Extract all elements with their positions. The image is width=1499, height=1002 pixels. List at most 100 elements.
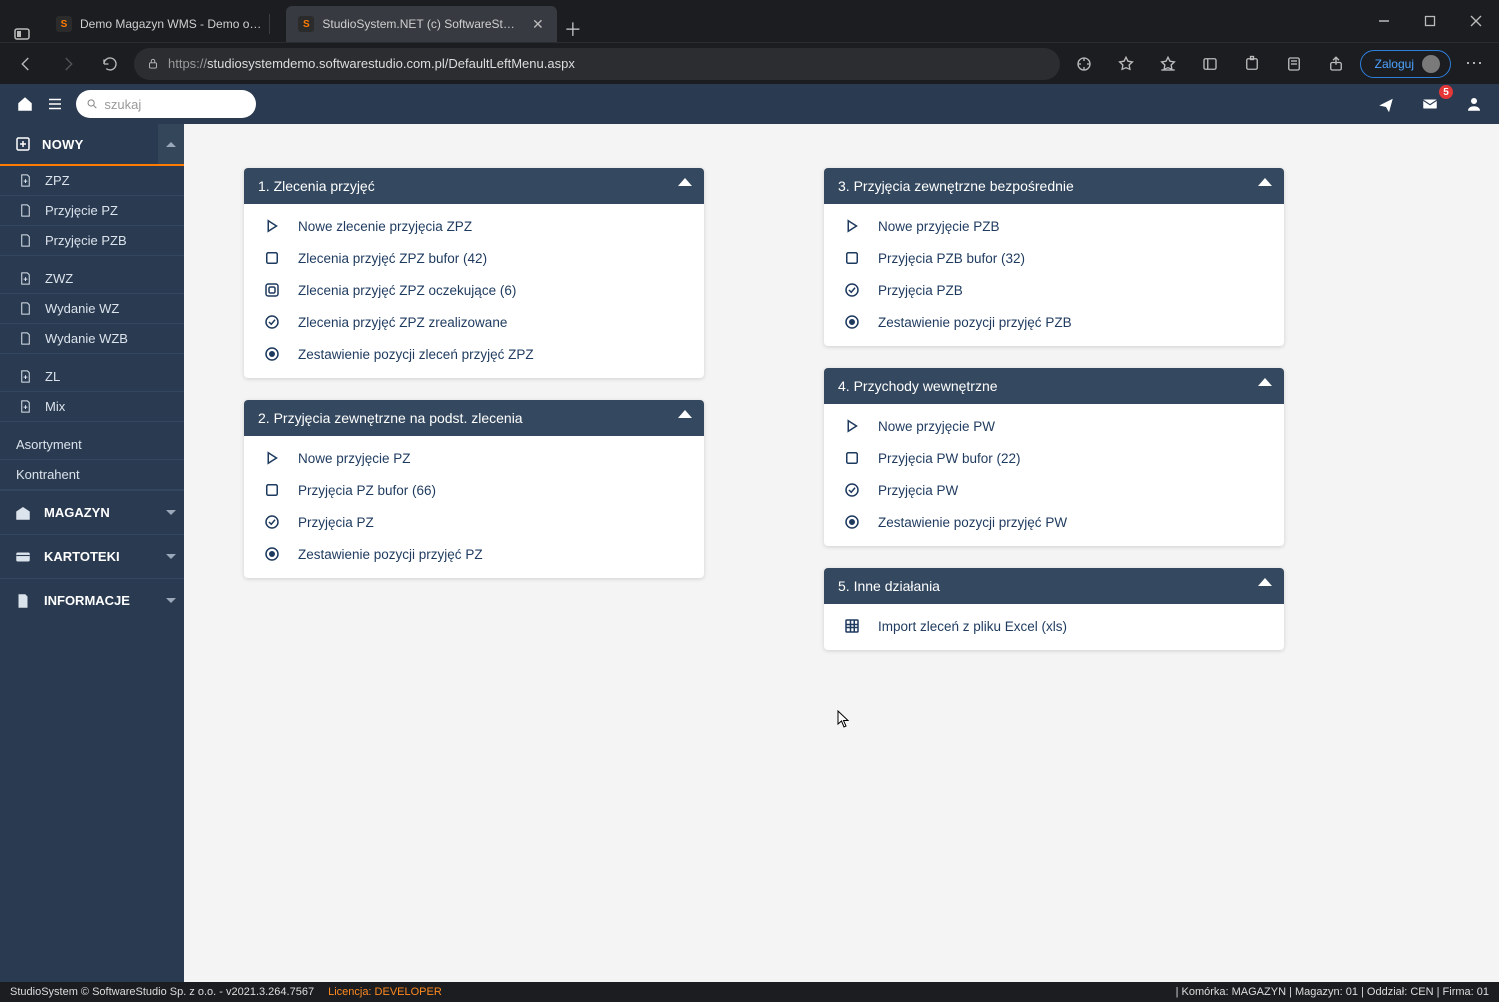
search-field[interactable] — [76, 90, 256, 118]
panel-row[interactable]: Zlecenia przyjęć ZPZ oczekujące (6) — [244, 274, 704, 306]
address-bar[interactable]: https://studiosystemdemo.softwarestudio.… — [134, 48, 1060, 80]
search-input[interactable] — [104, 97, 246, 112]
new-tab-button[interactable]: ＋ — [557, 16, 589, 42]
panel-row[interactable]: Przyjęcia PW — [824, 474, 1284, 506]
collapse-icon[interactable] — [678, 178, 692, 186]
app-header: 5 — [0, 84, 1499, 124]
panel-row[interactable]: Zestawienie pozycji przyjęć PZB — [824, 306, 1284, 338]
login-button[interactable]: Zaloguj — [1360, 50, 1451, 78]
panel-row[interactable]: Zlecenia przyjęć ZPZ bufor (42) — [244, 242, 704, 274]
close-icon[interactable]: ✕ — [531, 17, 545, 31]
radio-icon — [842, 512, 862, 532]
sidebar-item-zpz[interactable]: ZPZ — [0, 166, 184, 196]
panel-row[interactable]: Zestawienie pozycji przyjęć PW — [824, 506, 1284, 538]
sidebar-item-przyjecie-pz[interactable]: Przyjęcie PZ — [0, 196, 184, 226]
panel-row[interactable]: Przyjęcia PZ bufor (66) — [244, 474, 704, 506]
panel-row[interactable]: Nowe przyjęcie PZ — [244, 442, 704, 474]
tab-groups-button[interactable] — [0, 26, 44, 42]
panel-header[interactable]: 1. Zlecenia przyjęć — [244, 168, 704, 204]
extensions-button[interactable] — [1234, 46, 1270, 82]
favorite-button[interactable] — [1108, 46, 1144, 82]
favorites-list-button[interactable] — [1150, 46, 1186, 82]
browser-tab-2[interactable]: S StudioSystem.NET (c) SoftwareSt… ✕ — [286, 6, 557, 42]
panel-row[interactable]: Zestawienie pozycji przyjęć PZ — [244, 538, 704, 570]
square-icon — [842, 448, 862, 468]
refresh-button[interactable] — [92, 46, 128, 82]
lock-icon — [146, 57, 160, 71]
quick-send-button[interactable] — [1371, 89, 1401, 119]
square-icon — [842, 248, 862, 268]
panel-row[interactable]: Import zleceń z pliku Excel (xls) — [824, 610, 1284, 642]
panel-zlecenia-przyjec: 1. Zlecenia przyjęć Nowe zlecenie przyję… — [244, 168, 704, 378]
sidebar-item-wydanie-wz[interactable]: Wydanie WZ — [0, 294, 184, 324]
panel-row[interactable]: Zestawienie pozycji zleceń przyjęć ZPZ — [244, 338, 704, 370]
avatar-icon — [1422, 55, 1440, 73]
tracking-button[interactable] — [1066, 46, 1102, 82]
panel-header[interactable]: 2. Przyjęcia zewnętrzne na podst. zlecen… — [244, 400, 704, 436]
home-button[interactable] — [10, 89, 40, 119]
panel-row[interactable]: Przyjęcia PZ — [244, 506, 704, 538]
chevron-down-icon[interactable] — [158, 491, 184, 534]
sidebar-item-kontrahent[interactable]: Kontrahent — [0, 460, 184, 490]
panel-row[interactable]: Przyjęcia PZB — [824, 274, 1284, 306]
panel-header[interactable]: 4. Przychody wewnętrzne — [824, 368, 1284, 404]
window-close-button[interactable] — [1453, 0, 1499, 42]
file-plus-icon — [18, 271, 33, 286]
panel-row[interactable]: Nowe przyjęcie PW — [824, 410, 1284, 442]
sidebar-section-magazyn[interactable]: MAGAZYN — [0, 490, 184, 534]
xls-icon — [842, 616, 862, 636]
cursor-icon — [837, 710, 851, 728]
sidebar-item-zl[interactable]: ZL — [0, 362, 184, 392]
file-plus-icon — [18, 173, 33, 188]
chevron-down-icon[interactable] — [158, 579, 184, 622]
share-button[interactable] — [1318, 46, 1354, 82]
tab-2-title: StudioSystem.NET (c) SoftwareSt… — [322, 17, 515, 31]
sidebar-section-informacje[interactable]: INFORMACJE — [0, 578, 184, 622]
panel-row[interactable]: Przyjęcia PW bufor (22) — [824, 442, 1284, 474]
sidebar-item-przyjecie-pzb[interactable]: Przyjęcie PZB — [0, 226, 184, 256]
mail-button[interactable]: 5 — [1415, 89, 1445, 119]
browser-toolbar: https://studiosystemdemo.softwarestudio.… — [0, 42, 1499, 84]
panel-header[interactable]: 3. Przyjęcia zewnętrzne bezpośrednie — [824, 168, 1284, 204]
sidebar-section-kartoteki[interactable]: KARTOTEKI — [0, 534, 184, 578]
collapse-icon[interactable] — [1258, 178, 1272, 186]
forward-button[interactable] — [50, 46, 86, 82]
window-maximize-button[interactable] — [1407, 0, 1453, 42]
panel-row[interactable]: Przyjęcia PZB bufor (32) — [824, 242, 1284, 274]
content-area: 1. Zlecenia przyjęć Nowe zlecenie przyję… — [184, 124, 1499, 982]
check-circle-icon — [842, 280, 862, 300]
browser-tab-1[interactable]: S Demo Magazyn WMS - Demo o… — [44, 6, 286, 42]
panel-przychody-wewnetrzne: 4. Przychody wewnętrzne Nowe przyjęcie P… — [824, 368, 1284, 546]
search-icon — [86, 97, 98, 111]
footer-left: StudioSystem © SoftwareStudio Sp. z o.o.… — [10, 986, 314, 998]
chevron-up-icon[interactable] — [158, 124, 184, 164]
play-icon — [262, 448, 282, 468]
collections-button[interactable] — [1192, 46, 1228, 82]
document-icon — [14, 592, 32, 610]
sidebar-item-asortyment[interactable]: Asortyment — [0, 430, 184, 460]
radio-icon — [842, 312, 862, 332]
sidebar-item-mix[interactable]: Mix — [0, 392, 184, 422]
collapse-icon[interactable] — [1258, 578, 1272, 586]
menu-button[interactable]: ⋯ — [1457, 53, 1491, 74]
sidebar-section-nowy[interactable]: NOWY — [0, 124, 184, 166]
panel-header[interactable]: 5. Inne działania — [824, 568, 1284, 604]
radio-icon — [262, 544, 282, 564]
panel-row[interactable]: Nowe przyjęcie PZB — [824, 210, 1284, 242]
reading-list-button[interactable] — [1276, 46, 1312, 82]
back-button[interactable] — [8, 46, 44, 82]
chevron-down-icon[interactable] — [158, 535, 184, 578]
panel-row[interactable]: Nowe zlecenie przyjęcia ZPZ — [244, 210, 704, 242]
square-icon — [262, 480, 282, 500]
square-icon — [262, 248, 282, 268]
toggle-sidebar-button[interactable] — [40, 89, 70, 119]
tab-1-title: Demo Magazyn WMS - Demo o… — [80, 17, 261, 31]
collapse-icon[interactable] — [678, 410, 692, 418]
sidebar-item-zwz[interactable]: ZWZ — [0, 264, 184, 294]
window-minimize-button[interactable] — [1361, 0, 1407, 42]
collapse-icon[interactable] — [1258, 378, 1272, 386]
user-button[interactable] — [1459, 89, 1489, 119]
sidebar-item-wydanie-wzb[interactable]: Wydanie WZB — [0, 324, 184, 354]
radio-icon — [262, 344, 282, 364]
panel-row[interactable]: Zlecenia przyjęć ZPZ zrealizowane — [244, 306, 704, 338]
